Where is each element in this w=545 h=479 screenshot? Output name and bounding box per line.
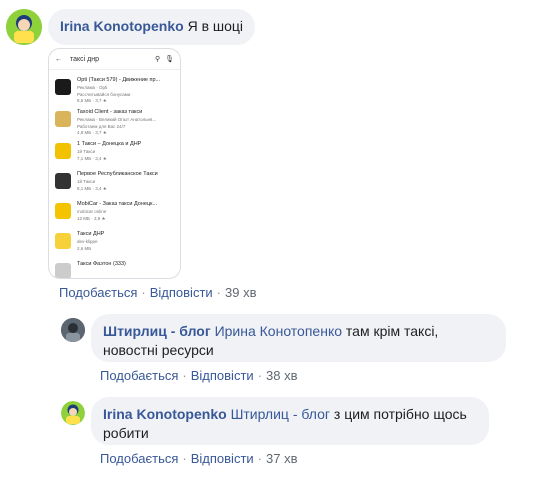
- app-icon: [55, 173, 71, 189]
- reply-link[interactable]: Відповісти: [191, 451, 254, 466]
- like-link[interactable]: Подобається: [100, 451, 178, 466]
- comment-bubble: Штирлиц - блог Ирина Конотопенко там крі…: [91, 314, 506, 362]
- app-title: Такси Фаэтон (333): [77, 261, 126, 267]
- app-developer: 1й Такси: [77, 179, 96, 184]
- comment-text: робити: [103, 425, 149, 441]
- comment-author[interactable]: Штирлиц - блог: [103, 323, 211, 339]
- comment-actions: Подобається · Відповісти · 38 хв: [100, 368, 298, 383]
- app-title: 1 Такси – Донецка и ДНР: [77, 141, 142, 147]
- search-bar: ← таксі днр ⚲ 🎙: [49, 49, 180, 70]
- mic-icon: 🎙: [165, 56, 174, 63]
- search-icon: ⚲: [154, 56, 161, 63]
- app-developer: Реклама · Opti: [77, 85, 108, 90]
- comment-bubble: Irina Konotopenko Штирлиц - блог з цим п…: [91, 397, 489, 445]
- app-title: Такси ДНР: [77, 231, 105, 237]
- comment-author[interactable]: Irina Konotopenko: [60, 18, 184, 34]
- app-size-rating: 4,8 МБ · 3,7 ★: [77, 130, 107, 135]
- avatar-shtirlits[interactable]: [61, 318, 85, 342]
- app-tagline: Работаем для Вас 24/7: [77, 124, 126, 129]
- app-developer: dev-klippe: [77, 239, 98, 244]
- reply-link[interactable]: Відповісти: [191, 368, 254, 383]
- timestamp[interactable]: 38 хв: [266, 368, 297, 383]
- timestamp[interactable]: 39 хв: [225, 285, 256, 300]
- app-list-item[interactable]: Такси Фаэтон (333): [55, 261, 177, 278]
- comment-text: з цим потрібно щось: [333, 406, 467, 422]
- app-icon: [55, 143, 71, 159]
- app-list-item[interactable]: 1 Такси – Донецка и ДНР 1й Такси 7,1 МБ · …: [55, 141, 177, 169]
- app-icon: [55, 233, 71, 249]
- app-icon: [55, 79, 71, 95]
- app-developer: 1й Такси: [77, 149, 96, 154]
- comment-actions: Подобається · Відповісти · 37 хв: [100, 451, 298, 466]
- comment-bubble: Irina Konotopenko Я в шоці: [48, 9, 256, 45]
- attached-screenshot[interactable]: ← таксі днр ⚲ 🎙 Opti (Такси 579) - Движе…: [48, 48, 181, 279]
- like-link[interactable]: Подобається: [100, 368, 178, 383]
- timestamp[interactable]: 37 хв: [266, 451, 297, 466]
- app-icon: [55, 111, 71, 127]
- comment-author[interactable]: Irina Konotopenko: [103, 406, 227, 422]
- comment-text: Я в шоці: [187, 18, 244, 34]
- back-arrow-icon: ←: [55, 55, 62, 63]
- app-tagline: Рассчитывайся бонусами: [77, 92, 131, 97]
- app-size-rating: 8,5 МБ · 3,7 ★: [77, 98, 107, 103]
- app-size-rating: 8,1 МБ · 3,4 ★: [77, 186, 107, 191]
- like-link[interactable]: Подобається: [59, 285, 137, 300]
- app-title: Opti (Такси 579) - Движение пр...: [77, 77, 161, 83]
- app-size-rating: 7,1 МБ · 3,4 ★: [77, 156, 107, 161]
- app-icon: [55, 203, 71, 219]
- app-size-rating: 2,6 МБ: [77, 246, 92, 251]
- app-list-item[interactable]: MobiCar - Заказ такси Донецк... mobicar o…: [55, 201, 177, 229]
- reply-link[interactable]: Відповісти: [150, 285, 213, 300]
- app-list-item[interactable]: Первое Республиканское Такси 1й Такси 8,1 …: [55, 171, 177, 199]
- comment-text: новостні ресурси: [103, 342, 214, 358]
- app-list-item[interactable]: Такси ДНР dev-klippe 2,6 МБ: [55, 231, 177, 259]
- avatar-irina[interactable]: [61, 401, 85, 425]
- app-icon: [55, 263, 71, 278]
- avatar-irina[interactable]: [6, 9, 42, 45]
- app-developer: mobicar online: [77, 209, 107, 214]
- comment-actions: Подобається · Відповісти · 39 хв: [59, 285, 257, 300]
- mention-link[interactable]: Штирлиц - блог: [231, 406, 330, 422]
- app-list-item[interactable]: Opti (Такси 579) - Движение пр... Реклама…: [55, 77, 177, 105]
- app-list-item[interactable]: Taxoid Client - заказ такси Реклама · Вел…: [55, 109, 177, 137]
- comment-text: там крім таксі,: [345, 323, 439, 339]
- mention-link[interactable]: Ирина Конотопенко: [215, 323, 342, 339]
- search-query: таксі днр: [70, 55, 100, 63]
- app-title: MobiCar - Заказ такси Донецк...: [77, 201, 158, 207]
- app-title: Taxoid Client - заказ такси: [77, 109, 143, 115]
- app-title: Первое Республиканское Такси: [77, 171, 158, 177]
- app-size-rating: 12 МБ · 3,9 ★: [77, 216, 106, 221]
- app-developer: Реклама · Великий Опыт Анатольев...: [77, 117, 157, 122]
